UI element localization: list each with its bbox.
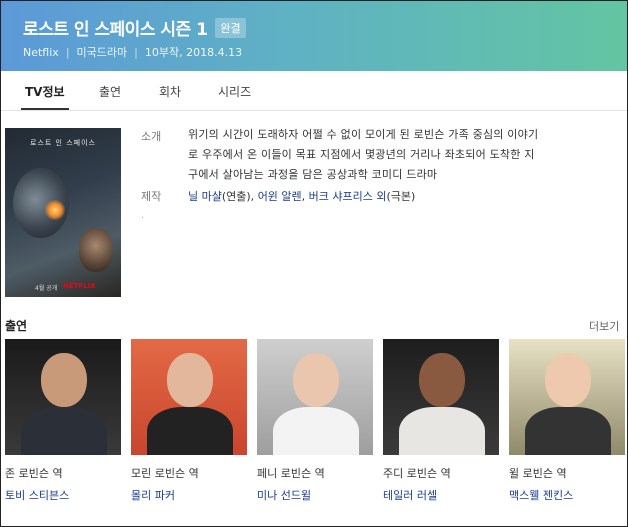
meta-separator: | (65, 45, 70, 59)
production-credits: 닐 마샬(연출), 어윈 알렌, 버크 샤프리스 외(극본) (188, 188, 415, 204)
header-banner: 로스트 인 스페이스 시즌 1 완결 Netflix | 미국드라마 | 10부… (1, 1, 627, 71)
cast-actor-link[interactable]: 미나 선드윌 (257, 487, 311, 503)
cast-card[interactable]: 윌 로빈슨 역 맥스웰 젠킨스 (509, 339, 625, 502)
actor-face (419, 353, 465, 407)
credit-comma: , (301, 190, 306, 203)
netflix-logo: NETFLIX (63, 282, 96, 290)
summary-text: 위기의 시간이 도래하자 어쩔 수 없이 모이게 된 로빈슨 가족 중심의 이야… (188, 125, 618, 185)
summary-line: 로 우주에서 온 이들이 목표 지점에서 몇광년의 거리나 좌초되어 도착한 지 (188, 148, 535, 161)
tab-tv-info[interactable]: TV정보 (25, 83, 65, 100)
actor-photo[interactable] (257, 339, 373, 455)
cast-card[interactable]: 모린 로빈슨 역 몰리 파커 (131, 339, 247, 502)
poster-image[interactable]: 로스트 인 스페이스 4월 공개 NETFLIX (5, 128, 121, 297)
director-link[interactable]: 닐 마샬 (188, 190, 222, 203)
meta-row: Netflix | 미국드라마 | 10부작, 2018.4.13 (23, 44, 242, 60)
actor-photo[interactable] (5, 339, 121, 455)
network-label[interactable]: Netflix (23, 46, 59, 59)
actor-face (545, 353, 591, 407)
bullet-dot: · (141, 213, 145, 224)
tab-episodes[interactable]: 회차 (159, 83, 181, 100)
summary-line: 구에서 살아남는 과정을 담은 공상과학 코미디 드라마 (188, 168, 438, 181)
title-row: 로스트 인 스페이스 시즌 1 완결 (23, 15, 246, 40)
actor-photo[interactable] (509, 339, 625, 455)
cast-actor-link[interactable]: 테일러 러셀 (383, 487, 437, 503)
cast-actor-link[interactable]: 토비 스티븐스 (5, 487, 69, 503)
poster-title: 로스트 인 스페이스 (30, 139, 96, 147)
cast-actor-link[interactable]: 맥스웰 젠킨스 (509, 487, 573, 503)
production-label: 제작 (141, 190, 162, 203)
page-title[interactable]: 로스트 인 스페이스 시즌 1 (23, 15, 208, 40)
more-cast-link[interactable]: 더보기 (589, 318, 619, 334)
writer-link[interactable]: 어윈 알렌 (258, 190, 302, 203)
cast-role: 윌 로빈슨 역 (509, 467, 567, 480)
summary-label: 소개 (141, 130, 162, 143)
writer-link[interactable]: 버크 샤프리스 외 (309, 190, 387, 203)
actor-photo[interactable] (131, 339, 247, 455)
genre-label: 미국드라마 (76, 46, 128, 59)
director-role: (연출), (221, 190, 255, 203)
cast-role: 페니 로빈슨 역 (257, 467, 325, 480)
actor-face (167, 353, 213, 407)
actor-body (399, 407, 485, 455)
tab-bar: TV정보 출연 회차 시리즈 (1, 71, 627, 111)
child-art (79, 228, 113, 272)
cast-role: 주디 로빈슨 역 (383, 467, 451, 480)
meta-separator: | (134, 45, 138, 59)
cast-card[interactable]: 존 로빈슨 역 토비 스티븐스 (5, 339, 121, 502)
cast-card[interactable]: 페니 로빈슨 역 미나 선드윌 (257, 339, 373, 502)
actor-body (147, 407, 233, 455)
status-badge: 완결 (215, 17, 246, 38)
glow-art (45, 200, 65, 220)
cast-actor-link[interactable]: 몰리 파커 (131, 487, 175, 503)
tab-series[interactable]: 시리즈 (218, 83, 251, 100)
actor-body (21, 407, 107, 455)
writer-role: (극본) (386, 190, 416, 203)
cast-card[interactable]: 주디 로빈슨 역 테일러 러셀 (383, 339, 499, 502)
cast-role: 모린 로빈슨 역 (131, 467, 199, 480)
cast-role: 존 로빈슨 역 (5, 467, 63, 480)
tab-cast[interactable]: 출연 (99, 83, 121, 100)
actor-photo[interactable] (383, 339, 499, 455)
actor-body (525, 407, 611, 455)
active-tab-indicator (21, 108, 69, 110)
tv-info-panel: 로스트 인 스페이스 시즌 1 완결 Netflix | 미국드라마 | 10부… (0, 0, 628, 527)
cast-section-title: 출연 (5, 319, 28, 333)
summary-line: 위기의 시간이 도래하자 어쩔 수 없이 모이게 된 로빈슨 가족 중심의 이야… (188, 128, 539, 141)
actor-face (293, 353, 339, 407)
actor-face (41, 353, 87, 407)
actor-body (273, 407, 359, 455)
poster-date: 4월 공개 (35, 285, 58, 292)
episodes-date-label: 10부작, 2018.4.13 (144, 46, 243, 59)
